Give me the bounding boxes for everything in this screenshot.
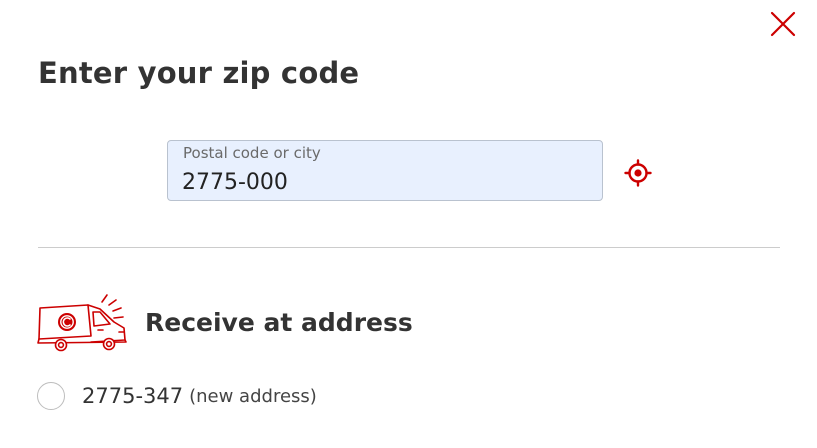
close-icon[interactable] bbox=[768, 9, 798, 39]
zip-code-input[interactable] bbox=[182, 168, 582, 196]
address-note: (new address) bbox=[189, 385, 317, 407]
delivery-van-icon bbox=[37, 294, 127, 352]
section-divider bbox=[38, 247, 780, 248]
address-option[interactable]: 2775-347 (new address) bbox=[37, 380, 317, 412]
dialog-title: Enter your zip code bbox=[38, 56, 360, 90]
address-radio[interactable] bbox=[37, 382, 65, 410]
zip-code-dialog: Enter your zip code Postal code or city bbox=[0, 0, 817, 448]
address-zip: 2775-347 bbox=[82, 384, 184, 408]
zip-code-label: Postal code or city bbox=[183, 144, 321, 162]
zip-code-field[interactable]: Postal code or city bbox=[167, 140, 603, 201]
target-location-icon[interactable] bbox=[624, 159, 652, 187]
receive-at-address-title: Receive at address bbox=[145, 308, 413, 337]
